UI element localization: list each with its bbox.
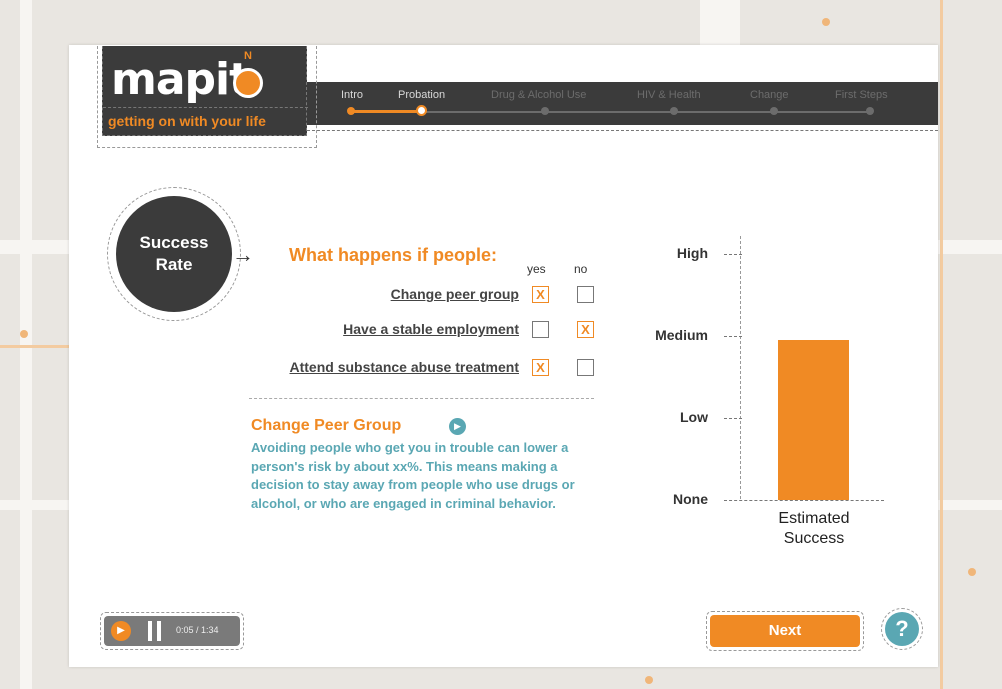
badge-line-2: Rate — [155, 255, 193, 274]
bar-label-estimated-success: Estimated Success — [778, 510, 850, 547]
checkmark-x-icon: X — [536, 360, 545, 375]
nav-divider — [307, 130, 938, 131]
arrow-right-icon: → — [232, 242, 254, 267]
option-2-no-checkbox[interactable]: X — [577, 321, 594, 338]
nav-step-probation[interactable]: Probation — [398, 89, 445, 101]
tagline: getting on with your life — [103, 107, 308, 133]
logo[interactable]: mapit N getting on with your life — [102, 46, 308, 136]
y-tick-high: High — [676, 245, 708, 261]
nav-stop-first-steps[interactable] — [866, 107, 874, 115]
logo-wordmark: mapit — [111, 54, 250, 105]
chart-y-axis — [740, 236, 741, 499]
chart-x-axis — [724, 500, 884, 501]
nav-stop-change[interactable] — [770, 107, 778, 115]
column-yes-header: yes — [527, 262, 546, 276]
compass-north-mark: N — [244, 50, 252, 62]
audio-player: ▶ 0:05 / 1:34 — [104, 616, 240, 646]
nav-stop-hiv-health[interactable] — [670, 107, 678, 115]
nav-step-drug-alcohol[interactable]: Drug & Alcohol Use — [491, 89, 586, 101]
option-label-stable-employment[interactable]: Have a stable employment — [343, 321, 519, 337]
grid-tick-high — [724, 254, 742, 255]
y-tick-low: Low — [680, 409, 708, 425]
y-tick-medium: Medium — [655, 327, 708, 343]
option-1-no-checkbox[interactable] — [577, 286, 594, 303]
y-tick-none: None — [673, 491, 708, 507]
option-2-yes-checkbox[interactable] — [532, 321, 549, 338]
info-body: Avoiding people who get you in trouble c… — [251, 440, 575, 511]
option-3-yes-checkbox[interactable]: X — [532, 359, 549, 376]
playback-time: 0:05 / 1:34 — [176, 625, 219, 635]
app-window: mapit N getting on with your life Intro … — [69, 45, 938, 667]
success-rate-badge: Success Rate — [116, 196, 232, 312]
badge-line-1: Success — [139, 233, 209, 252]
info-title: Change Peer Group — [251, 417, 402, 434]
speaker-icon[interactable]: ▶ — [449, 418, 466, 435]
nav-step-change[interactable]: Change — [750, 89, 789, 101]
progress-track-filled — [350, 110, 422, 113]
option-label-change-peer-group[interactable]: Change peer group — [391, 286, 519, 302]
nav-step-hiv-health[interactable]: HIV & Health — [637, 89, 701, 101]
pause-icon[interactable] — [148, 621, 162, 641]
nav-step-first-steps[interactable]: First Steps — [835, 89, 888, 101]
speaker-icon[interactable]: ▶ — [111, 621, 131, 641]
checkmark-x-icon: X — [536, 287, 545, 302]
nav-stop-probation[interactable] — [416, 105, 427, 116]
question-title: What happens if people: — [289, 245, 498, 265]
option-1-yes-checkbox[interactable]: X — [532, 286, 549, 303]
grid-tick-medium — [724, 336, 742, 337]
column-no-header: no — [574, 262, 588, 276]
option-3-no-checkbox[interactable] — [577, 359, 594, 376]
checkmark-x-icon: X — [581, 322, 590, 337]
bar-estimated-success — [778, 340, 849, 500]
nav-stop-drug-alcohol[interactable] — [541, 107, 549, 115]
nav-step-intro[interactable]: Intro — [341, 89, 363, 101]
progress-track — [350, 111, 870, 113]
nav-stop-intro[interactable] — [347, 107, 355, 115]
compass-icon — [233, 68, 263, 98]
help-icon[interactable]: ? — [885, 612, 919, 646]
grid-tick-low — [724, 418, 742, 419]
section-divider — [249, 398, 594, 399]
next-button[interactable]: Next — [710, 615, 860, 647]
option-label-substance-treatment[interactable]: Attend substance abuse treatment — [290, 359, 520, 375]
